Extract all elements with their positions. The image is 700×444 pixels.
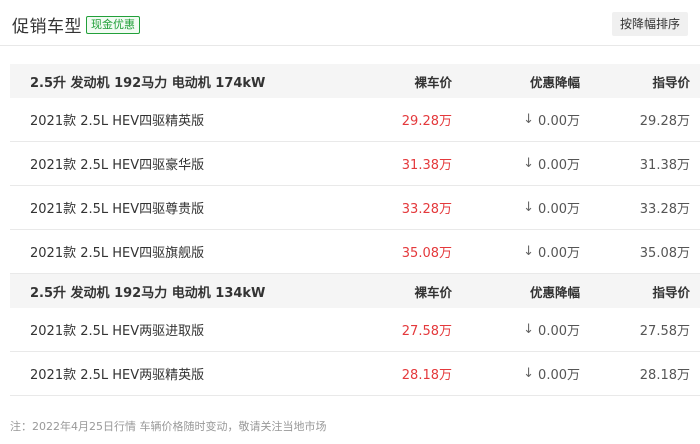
table-row[interactable]: 2021款 2.5L HEV四驱精英版 29.28万 ↓ 0.00万 29.28万 bbox=[10, 98, 700, 142]
column-header-price: 裸车价 bbox=[414, 74, 452, 90]
table-row[interactable]: 2021款 2.5L HEV四驱旗舰版 35.08万 ↓ 0.00万 35.08万 bbox=[10, 230, 700, 274]
engine-spec: 2.5升 发动机 192马力 电动机 174kW bbox=[30, 75, 266, 91]
car-model-name[interactable]: 2021款 2.5L HEV两驱精英版 bbox=[30, 352, 204, 395]
cash-discount-tag: 现金优惠 bbox=[86, 16, 140, 34]
down-arrow-icon: ↓ bbox=[523, 112, 535, 127]
car-price: 31.38万 bbox=[401, 158, 452, 173]
down-arrow-icon: ↓ bbox=[523, 156, 535, 171]
down-arrow-icon: ↓ bbox=[523, 244, 535, 259]
column-header-price: 裸车价 bbox=[414, 284, 452, 300]
discount-value: 0.00万 bbox=[538, 324, 580, 339]
down-arrow-icon: ↓ bbox=[523, 200, 535, 215]
table-row[interactable]: 2021款 2.5L HEV两驱进取版 27.58万 ↓ 0.00万 27.58万 bbox=[10, 308, 700, 352]
car-model-name[interactable]: 2021款 2.5L HEV两驱进取版 bbox=[30, 308, 204, 351]
discount-value: 0.00万 bbox=[538, 246, 580, 261]
car-model-name[interactable]: 2021款 2.5L HEV四驱尊贵版 bbox=[30, 186, 204, 229]
down-arrow-icon: ↓ bbox=[523, 366, 535, 381]
car-discount: ↓ 0.00万 bbox=[523, 352, 580, 395]
section-title: 促销车型 bbox=[12, 17, 82, 37]
car-price: 35.08万 bbox=[401, 246, 452, 261]
car-model-name[interactable]: 2021款 2.5L HEV四驱豪华版 bbox=[30, 142, 204, 185]
car-price: 27.58万 bbox=[401, 324, 452, 339]
down-arrow-icon: ↓ bbox=[523, 322, 535, 337]
column-header-discount: 优惠降幅 bbox=[529, 284, 580, 300]
car-guide-price: 27.58万 bbox=[639, 324, 690, 339]
table-row[interactable]: 2021款 2.5L HEV四驱豪华版 31.38万 ↓ 0.00万 31.38万 bbox=[10, 142, 700, 186]
promo-car-table: 2.5升 发动机 192马力 电动机 174kW 裸车价 优惠降幅 指导价 20… bbox=[10, 64, 700, 396]
car-discount: ↓ 0.00万 bbox=[523, 98, 580, 141]
engine-group-header: 2.5升 发动机 192马力 电动机 134kW 裸车价 优惠降幅 指导价 bbox=[10, 274, 700, 308]
car-guide-price: 31.38万 bbox=[639, 158, 690, 173]
car-price: 28.18万 bbox=[401, 368, 452, 383]
discount-value: 0.00万 bbox=[538, 202, 580, 217]
engine-group-header: 2.5升 发动机 192马力 电动机 174kW 裸车价 优惠降幅 指导价 bbox=[10, 64, 700, 98]
discount-value: 0.00万 bbox=[538, 158, 580, 173]
car-discount: ↓ 0.00万 bbox=[523, 142, 580, 185]
car-price: 29.28万 bbox=[401, 114, 452, 129]
discount-value: 0.00万 bbox=[538, 114, 580, 129]
car-price: 33.28万 bbox=[401, 202, 452, 217]
car-guide-price: 35.08万 bbox=[639, 246, 690, 261]
column-header-guide-price: 指导价 bbox=[652, 74, 690, 90]
table-row[interactable]: 2021款 2.5L HEV四驱尊贵版 33.28万 ↓ 0.00万 33.28万 bbox=[10, 186, 700, 230]
car-model-name[interactable]: 2021款 2.5L HEV四驱精英版 bbox=[30, 98, 204, 141]
column-header-discount: 优惠降幅 bbox=[529, 74, 580, 90]
market-note: 注：2022年4月25日行情 车辆价格随时变动，敬请关注当地市场 bbox=[10, 420, 327, 433]
car-discount: ↓ 0.00万 bbox=[523, 186, 580, 229]
engine-spec: 2.5升 发动机 192马力 电动机 134kW bbox=[30, 285, 266, 301]
discount-value: 0.00万 bbox=[538, 368, 580, 383]
car-guide-price: 33.28万 bbox=[639, 202, 690, 217]
car-guide-price: 29.28万 bbox=[639, 114, 690, 129]
table-row[interactable]: 2021款 2.5L HEV两驱精英版 28.18万 ↓ 0.00万 28.18万 bbox=[10, 352, 700, 396]
car-model-name[interactable]: 2021款 2.5L HEV四驱旗舰版 bbox=[30, 230, 204, 273]
sort-by-discount-button[interactable]: 按降幅排序 bbox=[611, 12, 688, 36]
car-discount: ↓ 0.00万 bbox=[523, 230, 580, 273]
section-header: 促销车型 现金优惠 按降幅排序 bbox=[0, 0, 700, 46]
column-header-guide-price: 指导价 bbox=[652, 284, 690, 300]
car-discount: ↓ 0.00万 bbox=[523, 308, 580, 351]
car-guide-price: 28.18万 bbox=[639, 368, 690, 383]
